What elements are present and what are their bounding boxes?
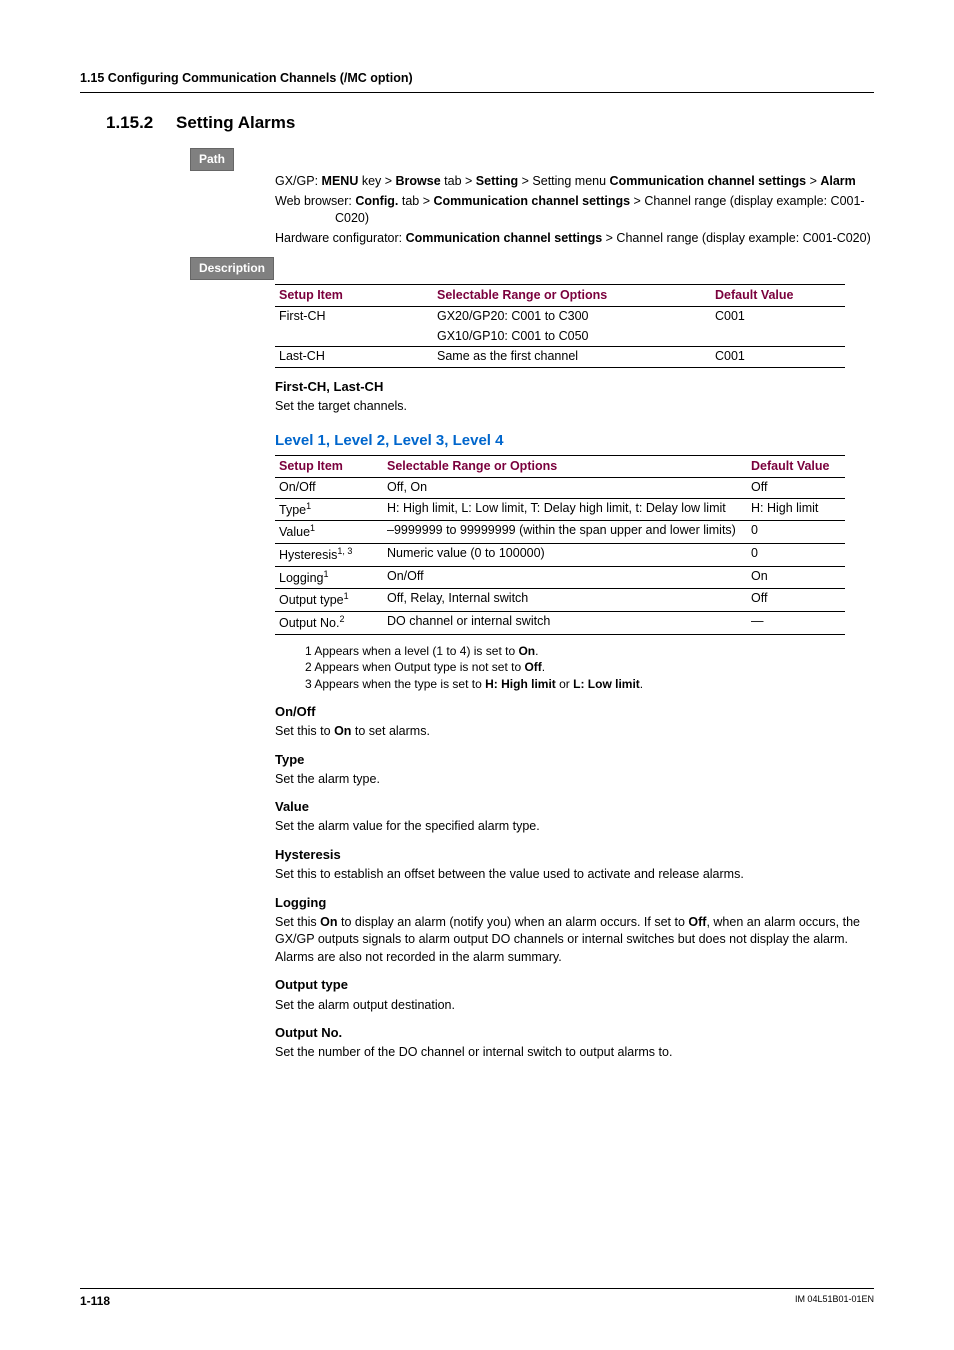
table-levels: Setup Item Selectable Range or Options D… bbox=[275, 455, 845, 635]
table-row: Hysteresis1, 3Numeric value (0 to 100000… bbox=[275, 543, 845, 566]
path-line: Hardware configurator: Communication cha… bbox=[275, 230, 874, 248]
th: Selectable Range or Options bbox=[433, 284, 711, 307]
footnotes: 1 Appears when a level (1 to 4) is set t… bbox=[305, 643, 874, 693]
table-row: Output type1Off, Relay, Internal switchO… bbox=[275, 589, 845, 612]
setting-heading: Output No. bbox=[275, 1024, 874, 1042]
path-label: Path bbox=[190, 148, 234, 171]
setting-text: Set the alarm value for the specified al… bbox=[275, 818, 874, 836]
th: Setup Item bbox=[275, 455, 383, 478]
table-row: Value1–9999999 to 99999999 (within the s… bbox=[275, 521, 845, 544]
footnote: 2 Appears when Output type is not set to… bbox=[305, 659, 874, 676]
heading: 1.15.2 Setting Alarms bbox=[106, 111, 874, 135]
setting-text: Set the alarm output destination. bbox=[275, 997, 874, 1015]
setting-heading: Output type bbox=[275, 976, 874, 994]
description-label: Description bbox=[190, 257, 274, 280]
setting-heading: Value bbox=[275, 798, 874, 816]
table-row: Output No.2DO channel or internal switch… bbox=[275, 611, 845, 634]
table-row: Type1H: High limit, L: Low limit, T: Del… bbox=[275, 498, 845, 521]
path-line: Web browser: Config. tab > Communication… bbox=[275, 193, 874, 228]
doc-id: IM 04L51B01-01EN bbox=[795, 1293, 874, 1310]
table-row: Logging1On/OffOn bbox=[275, 566, 845, 589]
first-last-heading: First-CH, Last-CH bbox=[275, 378, 874, 396]
setting-heading: Logging bbox=[275, 894, 874, 912]
setting-text: Set the number of the DO channel or inte… bbox=[275, 1044, 874, 1062]
path-line: GX/GP: MENU key > Browse tab > Setting >… bbox=[275, 173, 874, 191]
table-row: GX10/GP10: C001 to C050 bbox=[275, 327, 845, 347]
table-row: First-CH GX20/GP20: C001 to C300 C001 bbox=[275, 307, 845, 327]
footnote: 1 Appears when a level (1 to 4) is set t… bbox=[305, 643, 874, 660]
setting-text: Set this On to display an alarm (notify … bbox=[275, 914, 874, 967]
section-header: 1.15 Configuring Communication Channels … bbox=[80, 70, 874, 93]
setting-heading: Type bbox=[275, 751, 874, 769]
table-channel-range: Setup Item Selectable Range or Options D… bbox=[275, 284, 845, 368]
th: Setup Item bbox=[275, 284, 433, 307]
setting-heading: On/Off bbox=[275, 703, 874, 721]
heading-number: 1.15.2 bbox=[106, 111, 176, 135]
setting-text: Set this to establish an offset between … bbox=[275, 866, 874, 884]
table-row: Last-CH Same as the first channel C001 bbox=[275, 347, 845, 368]
footer: 1-118 IM 04L51B01-01EN bbox=[80, 1288, 874, 1310]
th: Default Value bbox=[711, 284, 845, 307]
setting-text: Set the alarm type. bbox=[275, 771, 874, 789]
footnote: 3 Appears when the type is set to H: Hig… bbox=[305, 676, 874, 693]
path-block: GX/GP: MENU key > Browse tab > Setting >… bbox=[275, 173, 874, 247]
th: Selectable Range or Options bbox=[383, 455, 747, 478]
level-heading: Level 1, Level 2, Level 3, Level 4 bbox=[275, 430, 874, 451]
heading-title: Setting Alarms bbox=[176, 111, 295, 135]
page-number: 1-118 bbox=[80, 1293, 110, 1310]
setting-text: Set this to On to set alarms. bbox=[275, 723, 874, 741]
th: Default Value bbox=[747, 455, 845, 478]
table-row: On/OffOff, OnOff bbox=[275, 478, 845, 499]
setting-heading: Hysteresis bbox=[275, 846, 874, 864]
first-last-text: Set the target channels. bbox=[275, 398, 874, 416]
